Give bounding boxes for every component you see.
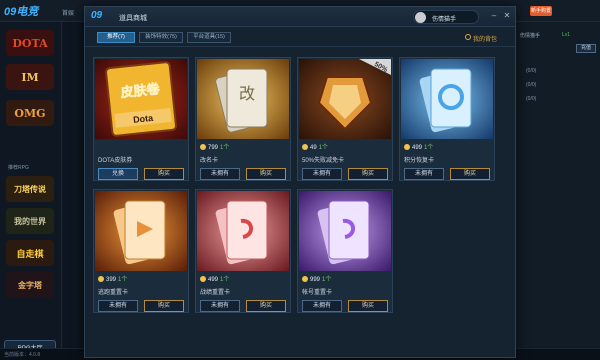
item-card: 999 1个 帐号重置卡 未拥有 购买 xyxy=(297,189,393,313)
group-count: (0/0) xyxy=(526,96,537,102)
item-card: 499 1个 积分恢复卡 未拥有 购买 xyxy=(399,57,495,181)
item-name: 帐号重置卡 xyxy=(302,290,333,296)
price: 399 xyxy=(106,277,117,283)
buy-button[interactable]: 购买 xyxy=(348,168,388,180)
rename-card-art-title: 改 xyxy=(239,84,255,103)
quantity: 1个 xyxy=(322,277,332,283)
group-count: (0/0) xyxy=(526,82,537,88)
tab-platform-items[interactable]: 平台道具(15) xyxy=(187,32,231,43)
coin-icon xyxy=(200,276,206,282)
tab-decorations[interactable]: 装饰特效(75) xyxy=(139,32,183,43)
game-logo-dota[interactable]: DOTA xyxy=(6,30,54,56)
not-owned-button[interactable]: 未拥有 xyxy=(98,300,138,312)
buy-button[interactable]: 购买 xyxy=(144,300,184,312)
rail-section-label: 推荐RPG xyxy=(8,165,29,171)
quantity: 1个 xyxy=(318,145,329,151)
item-name: DOTA皮肤券 xyxy=(98,158,133,164)
game-logo-im[interactable]: IM xyxy=(6,64,54,90)
avatar xyxy=(415,12,426,23)
quantity: 1个 xyxy=(220,277,230,283)
not-owned-button[interactable]: 未拥有 xyxy=(404,168,444,180)
quantity: 1个 xyxy=(424,145,434,151)
game-logo-world[interactable]: 我的世界 xyxy=(6,208,54,234)
price-row: 399 1个 xyxy=(98,274,127,283)
quantity: 1个 xyxy=(118,277,128,283)
item-card: 改 799 1个 改名卡 未拥有 购买 xyxy=(195,57,291,181)
not-owned-button[interactable]: 未拥有 xyxy=(200,300,240,312)
not-owned-button[interactable]: 未拥有 xyxy=(302,300,342,312)
shop-title-bar[interactable]: 09 道具商城 伤情猫手 – ✕ xyxy=(85,7,515,27)
buy-button[interactable]: 购买 xyxy=(246,168,286,180)
price: 499 xyxy=(208,277,219,283)
buy-button[interactable]: 购买 xyxy=(450,168,490,180)
user-level: Lv1 xyxy=(562,32,571,38)
record-reset-card-art xyxy=(197,191,289,271)
price-row: 499 1个 xyxy=(200,274,229,283)
loss-reduction-card-art: 50% xyxy=(299,59,391,139)
shop-logo: 09 xyxy=(91,10,103,21)
price: 799 xyxy=(208,145,219,151)
buy-button[interactable]: 购买 xyxy=(246,300,286,312)
coin-icon xyxy=(98,276,104,282)
game-logo-autochess[interactable]: 自走棋 xyxy=(6,240,54,266)
item-card: 399 1个 逃跑重置卡 未拥有 购买 xyxy=(93,189,189,313)
launcher-badge[interactable]: 新手购置 xyxy=(530,6,552,16)
shop-user-chip[interactable]: 伤情猫手 xyxy=(413,10,479,24)
version-label: 当前版本：4.0.8 xyxy=(4,352,41,358)
buy-button[interactable]: 购买 xyxy=(348,300,388,312)
launcher-logo: 09电竞 xyxy=(4,6,39,18)
price-row: 49 1个 xyxy=(302,142,328,151)
group-count: (0/0) xyxy=(526,68,537,74)
price-row: 499 1个 xyxy=(404,142,433,151)
shop-dialog: 09 道具商城 伤情猫手 – ✕ 推荐(7) 装饰特效(75) 平台道具(15)… xyxy=(84,6,516,358)
item-name: 战绩重置卡 xyxy=(200,290,231,296)
shop-title: 道具商城 xyxy=(119,15,147,22)
price-row: 799 1个 xyxy=(200,142,229,151)
coin-icon xyxy=(302,144,308,150)
coin-icon xyxy=(200,144,206,150)
coin-icon xyxy=(302,276,308,282)
minimize-icon[interactable]: – xyxy=(489,11,499,21)
redeem-button[interactable]: 兑换 xyxy=(98,168,138,180)
score-recovery-card-art xyxy=(401,59,493,139)
item-name: 改名卡 xyxy=(200,158,219,164)
launcher-tab[interactable]: 首娱 xyxy=(62,8,74,17)
game-logo-dota-legend[interactable]: 刀塔传说 xyxy=(6,176,54,202)
shop-user-name: 伤情猫手 xyxy=(432,17,457,23)
price: 999 xyxy=(310,277,321,283)
not-owned-button[interactable]: 未拥有 xyxy=(302,168,342,180)
friends-panel: 伤情猫手 Lv1 充值 (0/0) (0/0) (0/0) xyxy=(516,22,600,348)
escape-reset-card-art xyxy=(95,191,187,271)
shop-tabs: 推荐(7) 装饰特效(75) 平台道具(15) 我的背包 xyxy=(85,27,515,47)
not-owned-button[interactable]: 未拥有 xyxy=(200,168,240,180)
friend-panel-username: 伤情猫手 xyxy=(520,33,541,39)
price: 49 xyxy=(310,145,317,151)
skin-voucher-art: 皮肤卷 Dota xyxy=(95,59,187,139)
item-name: 50%失败减免卡 xyxy=(302,158,345,164)
item-name: 积分恢复卡 xyxy=(404,158,435,164)
rename-card-art: 改 xyxy=(197,59,289,139)
quantity: 1个 xyxy=(220,145,230,151)
account-reset-card-art xyxy=(299,191,391,271)
item-card: 50% 49 1个 50%失败减免卡 未拥有 购买 xyxy=(297,57,393,181)
tab-recommended[interactable]: 推荐(7) xyxy=(97,32,135,43)
bag-icon[interactable] xyxy=(465,34,471,40)
price-row: 999 1个 xyxy=(302,274,331,283)
game-logo-omg[interactable]: OMG xyxy=(6,100,54,126)
price: 499 xyxy=(412,145,423,151)
my-bag-link[interactable]: 我的背包 xyxy=(473,34,497,43)
buy-button[interactable]: 购买 xyxy=(144,168,184,180)
game-logo-pyramid[interactable]: 金字塔 xyxy=(6,272,54,298)
item-card: 皮肤卷 Dota DOTA皮肤券 兑换 购买 xyxy=(93,57,189,181)
item-card: 499 1个 战绩重置卡 未拥有 购买 xyxy=(195,189,291,313)
game-rail: DOTA IM OMG 推荐RPG 刀塔传说 我的世界 自走棋 金字塔 RPG大… xyxy=(0,22,62,358)
item-name: 逃跑重置卡 xyxy=(98,290,129,296)
recharge-button[interactable]: 充值 xyxy=(576,44,596,53)
coin-icon xyxy=(404,144,410,150)
close-icon[interactable]: ✕ xyxy=(502,11,512,21)
